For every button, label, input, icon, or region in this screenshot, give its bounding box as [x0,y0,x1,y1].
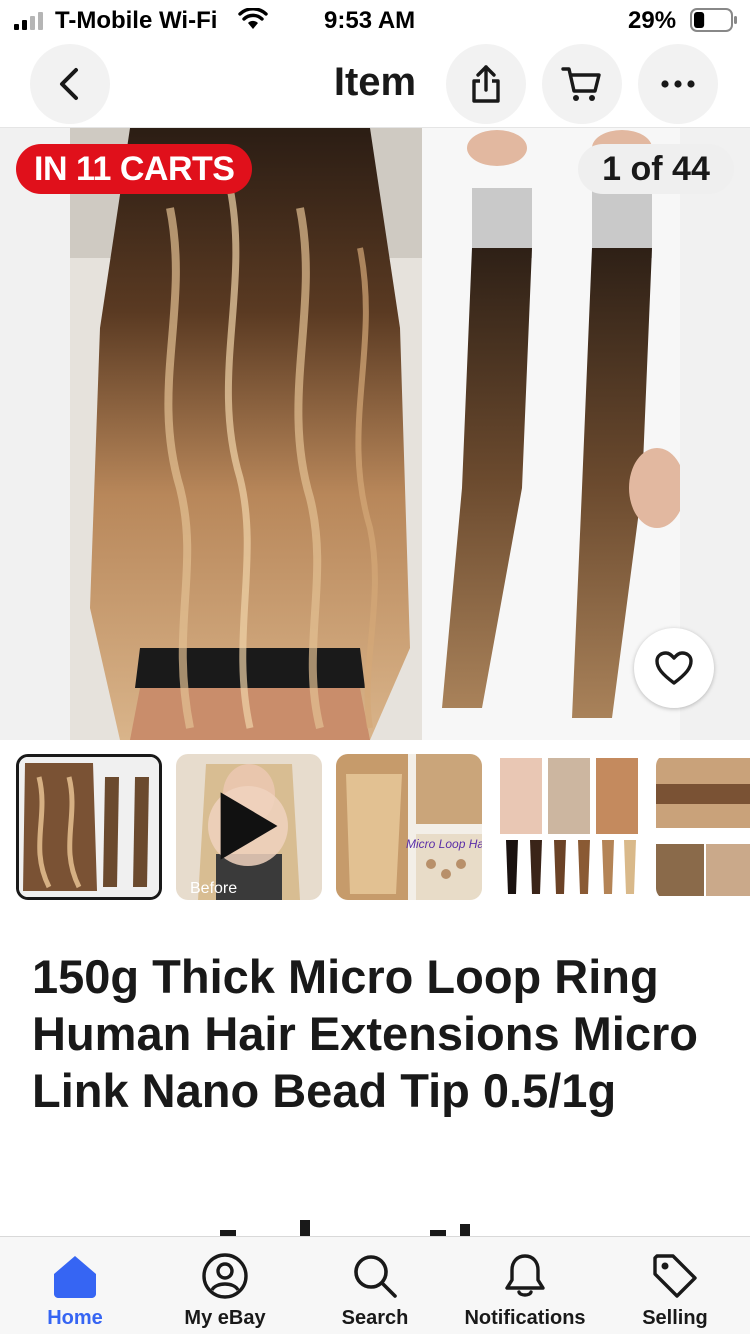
item-header: Item [0,40,750,128]
item-title: 150g Thick Micro Loop Ring Human Hair Ex… [32,950,698,1117]
cart-button[interactable] [542,44,622,124]
tab-label: My eBay [184,1307,266,1329]
back-button[interactable] [30,44,110,124]
tab-notifications[interactable]: Notifications [450,1237,600,1334]
play-video-button[interactable] [208,786,288,866]
scrolled-content-peek [0,1206,750,1236]
bell-icon [505,1254,545,1297]
share-button[interactable] [446,44,526,124]
tag-icon [653,1254,697,1298]
tab-selling[interactable]: Selling [600,1237,750,1334]
thumbnail-strip[interactable]: Before Micro Loop Hair [0,754,750,902]
product-photo-wavy-hair [70,128,422,740]
page-title: Item [333,60,417,104]
heart-icon [655,651,693,685]
partial-text-decoration [220,1220,470,1236]
share-icon [472,65,500,103]
chevron-left-icon [60,68,78,100]
cart-icon [561,67,601,101]
thumbnail-image [656,754,750,900]
status-bar: T-Mobile Wi-Fi 9:53 AM 29% [0,0,750,40]
tab-label: Search [341,1307,409,1329]
signal-icon [14,12,43,30]
clock: 9:53 AM [324,7,416,34]
thumbnail-image [19,757,159,897]
thumbnail-5[interactable] [656,754,750,900]
image-counter: 1 of 44 [578,144,734,194]
home-icon [54,1256,96,1298]
tab-label: Selling [642,1307,708,1329]
thumbnail-3[interactable]: Micro Loop Hair [336,754,482,900]
more-options-button[interactable] [638,44,718,124]
play-icon [220,792,278,860]
carrier-label: T-Mobile Wi-Fi [55,7,218,34]
search-icon [354,1255,397,1298]
thumbnail-image [496,754,642,900]
battery-percent: 29% [628,7,677,34]
tab-label: Home [47,1307,103,1329]
video-caption: Before [190,880,238,897]
tab-label: Notifications [464,1307,586,1329]
watch-button[interactable] [634,628,714,708]
thumbnail-2-video[interactable]: Before [176,754,322,900]
more-icon [661,80,695,88]
thumbnail-4[interactable] [496,754,642,900]
tab-my-ebay[interactable]: My eBay [150,1237,300,1334]
wifi-icon [238,8,268,29]
tab-home[interactable]: Home [0,1237,150,1334]
thumbnail-image: Micro Loop Hair [336,754,482,900]
product-image-gallery[interactable]: IN 11 CARTS 1 of 44 [0,128,750,740]
bottom-tab-bar: Home My eBay Search Notifications Sellin… [0,1236,750,1334]
battery-icon [690,8,737,32]
thumbnail-3-caption: Micro Loop Hair [406,837,482,851]
tab-search[interactable]: Search [300,1237,450,1334]
user-icon [202,1253,248,1299]
thumbnail-1[interactable] [16,754,162,900]
in-carts-badge: IN 11 CARTS [16,144,253,194]
